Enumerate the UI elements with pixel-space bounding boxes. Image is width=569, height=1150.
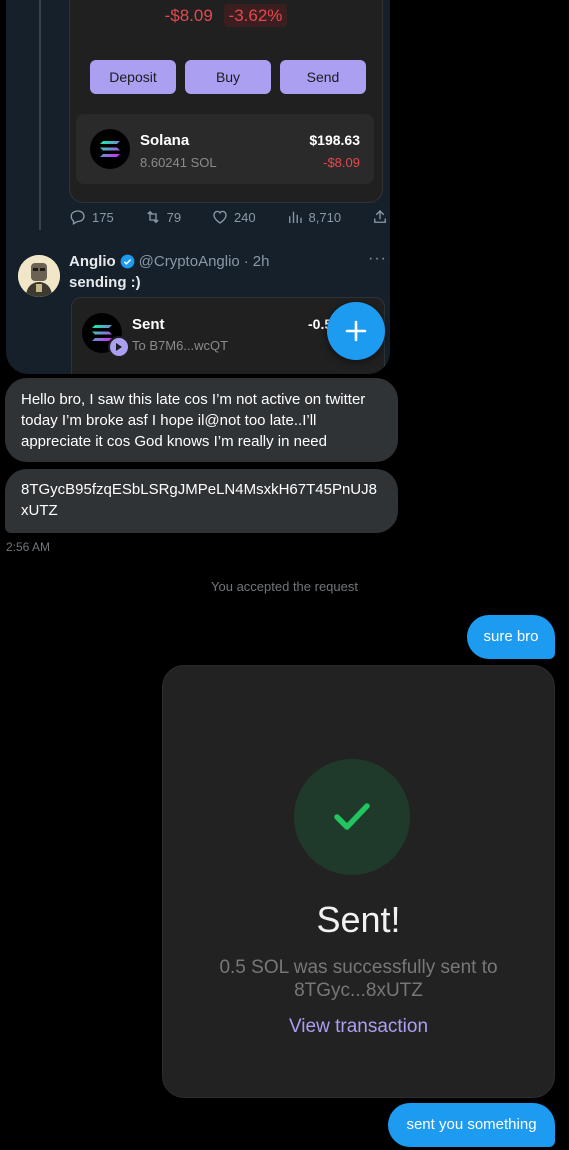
separator-dot: · — [243, 253, 249, 270]
heart-icon — [213, 210, 227, 224]
solana-logo-icon — [90, 129, 130, 169]
message-timestamp: 2:56 AM — [6, 540, 51, 554]
token-usd-value: $198.63 — [309, 132, 360, 148]
plus-icon — [345, 320, 367, 342]
reply-action: 175 — [69, 208, 114, 226]
retweet-action: 79 — [144, 208, 181, 226]
more-options-icon: ··· — [368, 250, 387, 267]
compose-fab-button[interactable] — [327, 302, 385, 360]
share-action — [371, 208, 389, 226]
message-incoming[interactable]: 8TGycB95fzqESbLSRgJMPeLN4MsxkH67T45PnUJ8… — [5, 469, 398, 533]
wallet-embed: -$8.09 -3.62% Deposit Buy Send Solana 8.… — [69, 0, 383, 203]
sent-embed-title: Sent — [132, 316, 165, 333]
token-row: Solana 8.60241 SOL $198.63 -$8.09 — [76, 114, 374, 184]
token-usd-change: -$8.09 — [323, 155, 360, 170]
reply-time: 2h — [252, 253, 270, 270]
retweet-count: 79 — [166, 209, 182, 225]
sent-heading: Sent! — [316, 899, 401, 940]
message-outgoing[interactable]: sent you something — [388, 1103, 555, 1147]
views-action: 8,710 — [286, 208, 342, 226]
wallet-change-amount: -$8.09 — [164, 6, 213, 25]
sent-confirmation-image[interactable]: Sent! 0.5 SOL was successfully sent to 8… — [162, 665, 555, 1098]
message-incoming[interactable]: Hello bro, I saw this late cos I’m not a… — [5, 378, 398, 462]
wallet-change-percent: -3.62% — [223, 4, 288, 27]
thread-line — [39, 0, 41, 230]
views-count: 8,710 — [308, 209, 342, 225]
deposit-button: Deposit — [90, 60, 176, 94]
reply-count: 175 — [92, 209, 114, 225]
verified-badge-icon — [120, 254, 135, 269]
sent-description: 0.5 SOL was successfully sent to 8TGyc..… — [219, 957, 498, 1001]
avatar — [18, 255, 60, 297]
engagement-bar: 175 79 240 8,710 — [69, 208, 389, 226]
reply-icon — [70, 210, 85, 225]
reply-author-handle: @CryptoAnglio — [138, 253, 240, 270]
buy-button: Buy — [185, 60, 271, 94]
view-transaction-link[interactable]: View transaction — [163, 1016, 554, 1038]
retweet-icon — [146, 210, 159, 224]
like-count: 240 — [233, 209, 256, 225]
send-arrow-icon — [108, 336, 130, 358]
wallet-actions: Deposit Buy Send — [90, 60, 366, 94]
like-action: 240 — [211, 208, 256, 226]
wallet-change: -$8.09 -3.62% — [70, 4, 382, 27]
token-name: Solana — [140, 132, 190, 149]
reply-header: Anglio @CryptoAnglio · 2h — [69, 253, 269, 270]
message-outgoing[interactable]: sure bro — [467, 615, 555, 659]
send-button: Send — [280, 60, 366, 94]
dm-conversation: -$8.09 -3.62% Deposit Buy Send Solana 8.… — [0, 0, 569, 1150]
token-amount: 8.60241 SOL — [140, 155, 217, 170]
system-message: You accepted the request — [211, 579, 358, 594]
success-check-icon — [294, 759, 410, 875]
views-chart-icon — [288, 211, 302, 223]
reply-author-name: Anglio — [69, 253, 116, 270]
reply-text: sending :) — [69, 274, 141, 291]
sent-embed-recipient: To B7M6...wcQT — [132, 338, 229, 353]
share-icon — [374, 210, 386, 223]
